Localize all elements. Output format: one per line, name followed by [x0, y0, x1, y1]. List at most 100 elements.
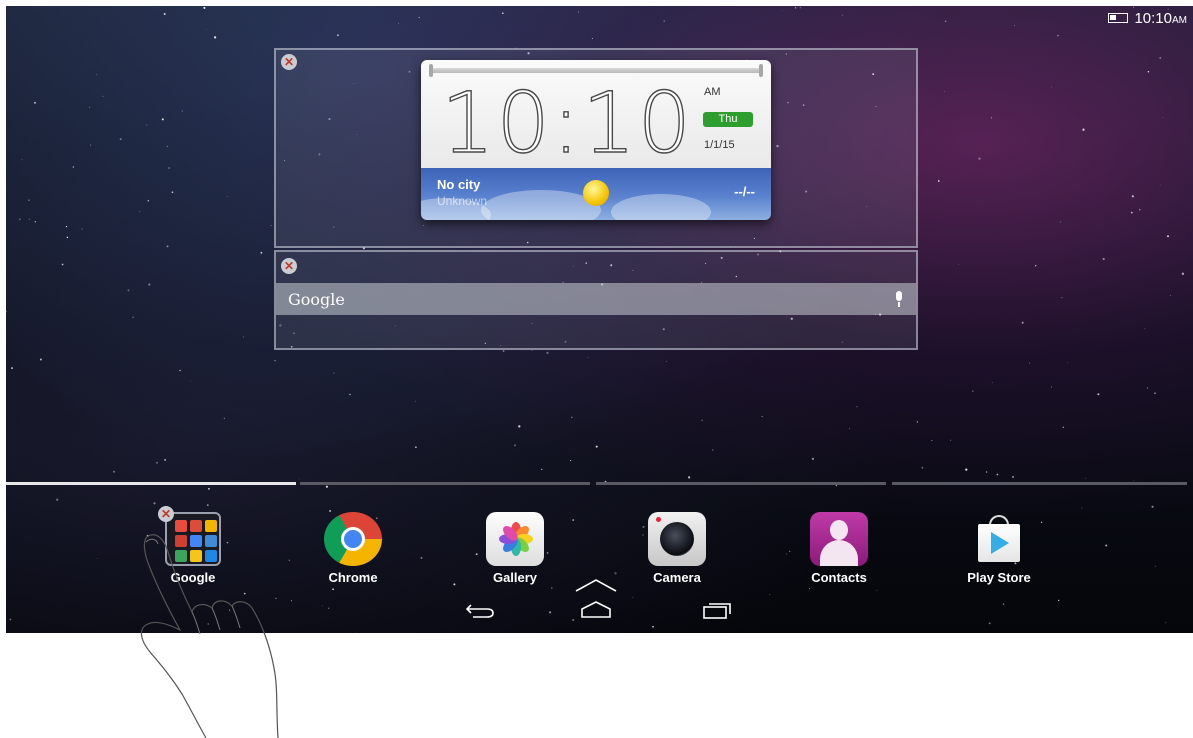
star: [168, 167, 171, 169]
play-store-icon[interactable]: [970, 512, 1028, 566]
star: [1051, 386, 1053, 388]
star: [322, 605, 323, 607]
star: [1139, 209, 1141, 211]
star: [916, 421, 919, 423]
star: [571, 416, 573, 419]
star: [514, 444, 516, 447]
star: [943, 91, 945, 93]
star: [809, 588, 810, 590]
star: [572, 618, 575, 622]
star: [550, 587, 553, 589]
star: [28, 199, 30, 202]
clock-time: 10:10: [440, 74, 694, 172]
star: [546, 351, 549, 355]
contacts-icon[interactable]: [810, 512, 868, 566]
star: [203, 6, 206, 9]
star: [876, 589, 878, 591]
star: [81, 228, 83, 230]
star: [1162, 116, 1164, 118]
clock-weather-widget[interactable]: 10:10 AM Thu 1/1/15 No city Unknown --/-…: [421, 60, 771, 220]
star: [761, 416, 763, 418]
star: [163, 13, 166, 15]
star: [531, 350, 533, 351]
back-icon[interactable]: [463, 600, 497, 620]
star: [190, 380, 191, 382]
star: [21, 159, 23, 161]
sun-icon: [583, 180, 609, 206]
star: [1133, 479, 1135, 481]
star: [6, 310, 7, 313]
star: [9, 618, 12, 621]
star: [570, 460, 572, 462]
dock-item-gallery[interactable]: Gallery: [465, 512, 565, 585]
star: [119, 138, 122, 141]
recents-icon[interactable]: [700, 600, 734, 620]
star: [1105, 544, 1108, 547]
star: [1062, 426, 1064, 428]
star: [332, 588, 334, 591]
star: [1131, 195, 1134, 198]
star: [226, 196, 228, 197]
dock-item-camera[interactable]: Camera: [627, 512, 727, 585]
star: [701, 419, 703, 422]
home-icon[interactable]: [579, 600, 613, 620]
star: [1014, 25, 1015, 26]
star: [799, 7, 801, 9]
microphone-icon[interactable]: [894, 291, 904, 307]
gallery-icon[interactable]: [486, 512, 544, 566]
app-drawer-chevron-icon[interactable]: [574, 577, 618, 593]
star: [1147, 70, 1150, 73]
star: [549, 611, 552, 614]
star: [632, 596, 634, 598]
star: [1051, 86, 1052, 88]
star: [1170, 295, 1171, 297]
star: [711, 449, 714, 451]
star: [958, 264, 960, 265]
star: [1159, 56, 1162, 60]
star: [155, 461, 159, 464]
dock-label-play-store: Play Store: [967, 570, 1031, 585]
remove-folder-icon[interactable]: ✕: [158, 506, 174, 522]
clock-panel: 10:10 AM Thu 1/1/15: [421, 60, 771, 172]
status-time: 10:10AM: [1134, 9, 1187, 27]
star: [453, 583, 456, 586]
dock-item-play-store[interactable]: Play Store: [949, 512, 1049, 585]
star: [782, 10, 784, 12]
weather-panel[interactable]: No city Unknown --/--: [421, 168, 771, 220]
remove-clock-widget-icon[interactable]: ✕: [281, 54, 297, 70]
star: [207, 487, 210, 490]
star: [985, 471, 988, 473]
dock-item-chrome[interactable]: Chrome: [303, 512, 403, 585]
star: [336, 34, 339, 37]
star: [1130, 211, 1133, 214]
star: [223, 417, 225, 419]
chrome-icon[interactable]: [324, 512, 382, 566]
star: [148, 283, 151, 286]
star: [1102, 257, 1105, 261]
star: [1159, 184, 1161, 186]
star: [146, 124, 148, 126]
page-indicator-2: [300, 482, 590, 485]
search-label: Google: [288, 289, 345, 309]
dock-item-contacts[interactable]: Contacts: [789, 512, 889, 585]
star: [1012, 476, 1014, 478]
star: [1146, 387, 1149, 389]
star: [1057, 34, 1059, 37]
weather-city-status: Unknown: [437, 194, 488, 208]
star: [147, 200, 149, 202]
star: [206, 504, 209, 506]
dock-label-gallery: Gallery: [492, 570, 538, 585]
remove-search-widget-icon[interactable]: ✕: [281, 258, 297, 274]
page-indicator-3: [596, 482, 886, 485]
star: [518, 425, 521, 428]
star: [205, 29, 207, 30]
star: [181, 110, 183, 112]
star: [921, 466, 924, 469]
star: [1097, 393, 1100, 396]
star: [663, 20, 665, 22]
star: [811, 457, 815, 461]
camera-icon[interactable]: [648, 512, 706, 566]
star: [1021, 321, 1024, 324]
google-search-bar[interactable]: Google: [276, 283, 916, 315]
star: [1035, 265, 1037, 267]
